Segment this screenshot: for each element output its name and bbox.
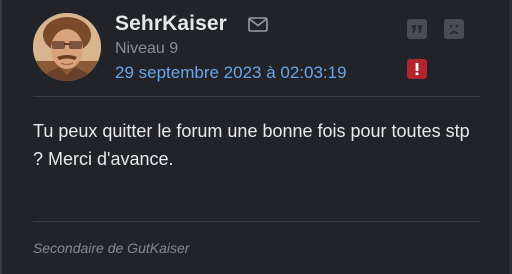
user-level: Niveau 9	[115, 40, 179, 57]
quote-icon	[412, 25, 422, 33]
header-divider	[33, 96, 480, 97]
avatar-image	[33, 13, 101, 81]
report-button[interactable]	[407, 59, 427, 79]
post-date-link[interactable]: 29 septembre 2023 à 02:03:19	[115, 63, 347, 83]
quote-button[interactable]	[407, 19, 427, 39]
forum-post: SehrKaiser Niveau 9 29 septembre 2023 à …	[0, 0, 512, 274]
exclamation-icon	[415, 63, 419, 76]
signature-divider	[33, 221, 480, 222]
avatar[interactable]	[33, 13, 101, 81]
username[interactable]: SehrKaiser	[115, 12, 227, 36]
post-left-border	[0, 0, 2, 274]
sad-reaction-button[interactable]	[444, 19, 464, 39]
post-message: Tu peux quitter le forum une bonne fois …	[33, 121, 470, 169]
sad-face-icon	[449, 25, 459, 35]
user-signature: Secondaire de GutKaiser	[33, 240, 190, 256]
envelope-icon[interactable]	[248, 17, 268, 32]
